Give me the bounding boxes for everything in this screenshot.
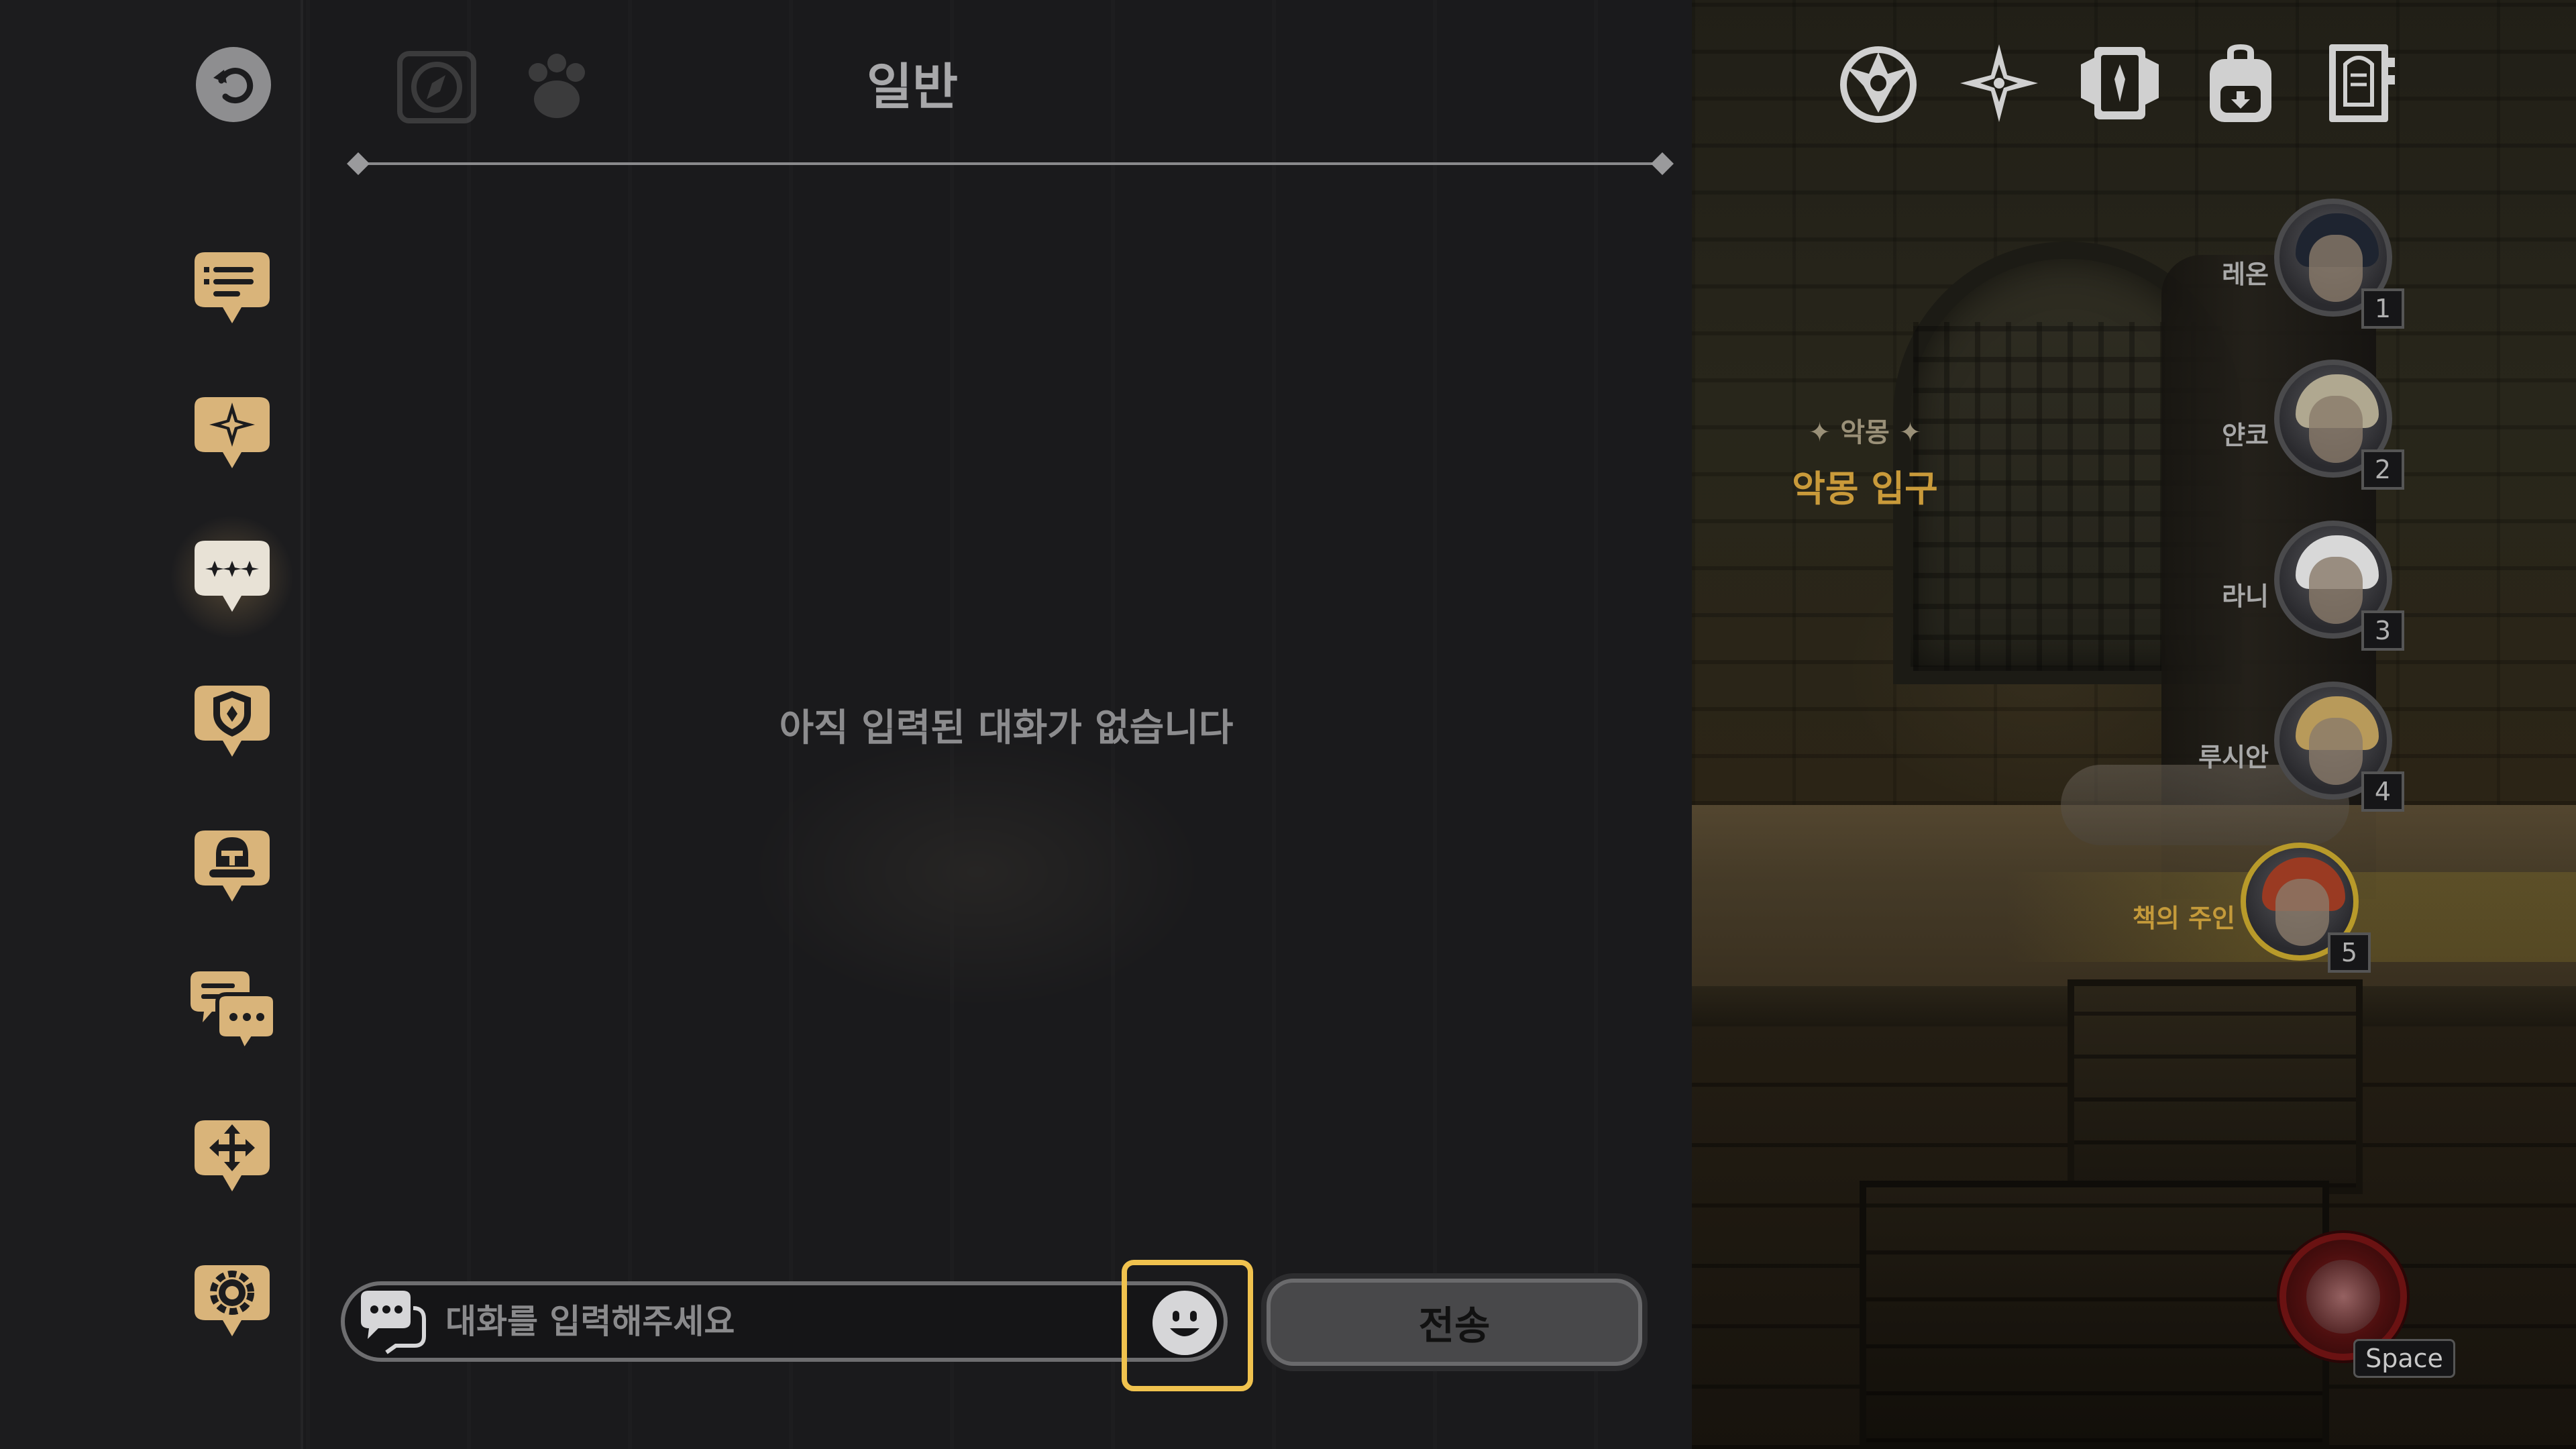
party-slot-2[interactable]: 얀코 2 xyxy=(2039,360,2415,494)
back-button[interactable] xyxy=(196,47,271,122)
smiley-face-icon[interactable] xyxy=(1152,1291,1217,1355)
space-key-label: Space xyxy=(2353,1339,2455,1378)
portrait-face xyxy=(2309,235,2363,302)
location-region-label: 악몽 xyxy=(1840,417,1890,448)
backpack-icon[interactable] xyxy=(2195,38,2286,129)
emblem-icon[interactable] xyxy=(1833,38,1924,129)
party-member-name: 라니 xyxy=(2222,582,2269,611)
codex-book-icon[interactable] xyxy=(2316,38,2407,129)
guild-shield-icon[interactable] xyxy=(185,675,279,769)
party-slot-1[interactable]: 레온 1 xyxy=(2039,199,2415,333)
party-helmet-icon[interactable] xyxy=(185,820,279,914)
party-slot-number: 2 xyxy=(2361,449,2404,490)
game-screen: 일반 아직 입력된 대화가 없습니다 대화를 입력해주세요 전송 ✦ 악몽 ✦ … xyxy=(0,0,2576,1449)
party-member-name: 얀코 xyxy=(2222,421,2269,450)
party-slot-number: 4 xyxy=(2361,771,2404,812)
star-bubble-icon[interactable] xyxy=(185,386,279,480)
back-arrow-icon xyxy=(213,68,254,104)
quest-list-icon[interactable] xyxy=(185,241,279,335)
location-name: 악몽 입구 xyxy=(1792,468,1938,510)
card-deck-icon[interactable] xyxy=(2074,38,2165,129)
chat-bubble-icon xyxy=(361,1291,426,1354)
party-member-name: 루시안 xyxy=(2198,743,2269,772)
chat-input-placeholder: 대화를 입력해주세요 xyxy=(445,1302,735,1341)
chat-channel-title: 일반 xyxy=(866,58,959,116)
party-slot-5[interactable]: 책의 주인 5 xyxy=(2006,843,2576,977)
chat-sidebar xyxy=(0,0,303,1449)
party-slot-4[interactable]: 루시안 4 xyxy=(2039,682,2415,816)
portrait-face xyxy=(2275,879,2329,946)
paw-tab-icon xyxy=(529,54,585,118)
portrait-face xyxy=(2309,557,2363,624)
general-chat-icon[interactable] xyxy=(165,510,299,644)
title-divider xyxy=(357,162,1672,165)
empty-chat-message: 아직 입력된 대화가 없습니다 xyxy=(779,706,1234,750)
move-arrows-icon[interactable] xyxy=(185,1110,279,1203)
compass-star-icon[interactable] xyxy=(1953,38,2045,129)
settings-gear-icon[interactable] xyxy=(185,1254,279,1348)
party-slot-3[interactable]: 라니 3 xyxy=(2039,521,2415,655)
party-member-name: 레온 xyxy=(2222,260,2269,289)
whisper-chat-icon[interactable] xyxy=(185,965,279,1059)
compass-tab-icon xyxy=(397,51,476,123)
party-member-name: 책의 주인 xyxy=(2132,904,2235,933)
wooden-table xyxy=(1860,1181,2329,1449)
wooden-crate xyxy=(2068,979,2363,1194)
send-button[interactable]: 전송 xyxy=(1267,1279,1642,1366)
portrait-face xyxy=(2309,718,2363,785)
location-region: ✦ 악몽 ✦ xyxy=(1808,417,1922,448)
dragon-skill-icon xyxy=(2306,1260,2380,1334)
party-slot-number: 1 xyxy=(2361,288,2404,329)
portrait-face xyxy=(2309,396,2363,463)
party-slot-number: 5 xyxy=(2328,932,2371,973)
party-slot-number: 3 xyxy=(2361,610,2404,651)
